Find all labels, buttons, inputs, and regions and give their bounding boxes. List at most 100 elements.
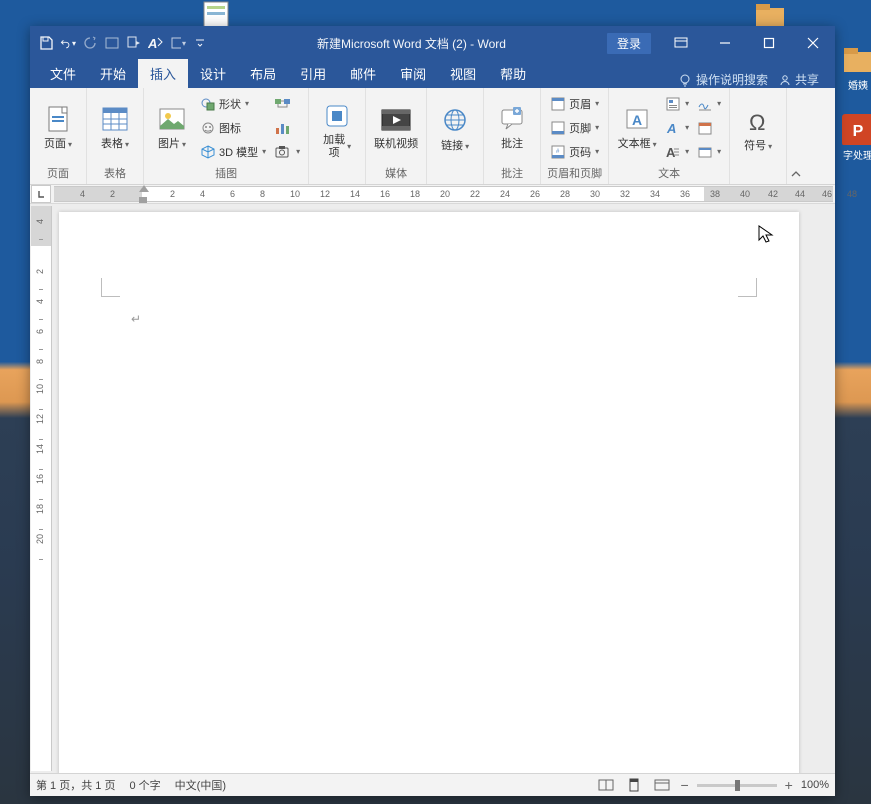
maximize-button[interactable] — [747, 26, 791, 60]
group-pages: 页面▾ 页面 — [30, 88, 87, 184]
status-page[interactable]: 第 1 页，共 1 页 — [36, 777, 115, 793]
redo-icon[interactable] — [82, 35, 98, 51]
addin-label: 加载 项 — [323, 134, 345, 160]
sigline-button[interactable]: ▾ — [695, 93, 723, 115]
qat-icon[interactable] — [126, 35, 142, 51]
zoom-level[interactable]: 100% — [801, 779, 829, 791]
share-label: 共享 — [795, 71, 819, 88]
collapse-ribbon-icon[interactable] — [787, 88, 805, 184]
shapes-button[interactable]: 形状▾ — [198, 93, 268, 115]
model-label: 3D 模型 — [219, 144, 258, 160]
datetime-button[interactable] — [695, 117, 723, 139]
tell-me-label: 操作说明搜索 — [696, 71, 768, 88]
slider-thumb[interactable] — [735, 780, 740, 791]
link-label: 链接 — [441, 140, 463, 153]
comment-button[interactable]: 批注 — [490, 102, 534, 151]
indent-marker[interactable] — [139, 197, 147, 203]
tab-design[interactable]: 设计 — [188, 59, 238, 88]
footer-button[interactable]: 页脚▾ — [548, 117, 601, 139]
picture-icon — [157, 104, 187, 136]
tab-help[interactable]: 帮助 — [488, 59, 538, 88]
page[interactable]: ↵ — [59, 212, 799, 773]
icons-label: 图标 — [219, 120, 241, 136]
tab-mailings[interactable]: 邮件 — [338, 59, 388, 88]
qat-icon[interactable]: ▾ — [170, 35, 186, 51]
screenshot-icon — [274, 144, 292, 160]
ruler-tick: 4 — [35, 299, 45, 304]
shapes-label: 形状 — [219, 96, 241, 112]
3dmodel-button[interactable]: 3D 模型▾ — [198, 141, 268, 163]
tab-references[interactable]: 引用 — [288, 59, 338, 88]
web-layout-icon[interactable] — [652, 777, 672, 793]
table-button[interactable]: 表格▾ — [93, 102, 137, 151]
ruler-tick: 20 — [440, 189, 450, 199]
ribbon-display-icon[interactable] — [659, 26, 703, 60]
tab-insert[interactable]: 插入 — [138, 59, 188, 88]
header-button[interactable]: 页眉▾ — [548, 93, 601, 115]
pages-button[interactable]: 页面▾ — [36, 102, 80, 151]
ruler-h-track[interactable]: 4224681012141618202224262830323436384042… — [54, 186, 833, 202]
tab-selector[interactable] — [31, 185, 51, 203]
group-label: 页眉和页脚 — [547, 163, 602, 184]
zoom-out[interactable]: − — [680, 777, 688, 793]
print-layout-icon[interactable] — [624, 777, 644, 793]
desktop-icon[interactable]: 婚姨 — [838, 44, 871, 92]
ruler-horizontal[interactable]: 4224681012141618202224262830323436384042… — [30, 185, 835, 204]
share-button[interactable]: 共享 — [778, 71, 819, 88]
login-button[interactable]: 登录 — [607, 33, 651, 54]
dropcap-button[interactable]: A▾ — [663, 141, 691, 163]
status-words[interactable]: 0 个字 — [129, 777, 160, 793]
tab-layout[interactable]: 布局 — [238, 59, 288, 88]
share-icon — [778, 73, 792, 87]
addins-button[interactable]: 加载 项▾ — [315, 98, 359, 160]
tab-home[interactable]: 开始 — [88, 59, 138, 88]
pictures-button[interactable]: 图片▾ — [150, 102, 194, 151]
object-button[interactable]: ▾ — [695, 141, 723, 163]
chart-button[interactable] — [272, 117, 302, 139]
table-icon — [100, 104, 130, 136]
qat-more-icon[interactable] — [192, 35, 208, 51]
desktop-icon[interactable]: P 字处理 — [838, 114, 871, 162]
ruler-vertical[interactable]: 42468101214161820 — [31, 206, 52, 771]
window-buttons — [659, 26, 835, 60]
quickparts-button[interactable]: ▾ — [663, 93, 691, 115]
smartart-button[interactable] — [272, 93, 302, 115]
ruler-tick: 38 — [710, 189, 720, 199]
zoom-slider[interactable] — [697, 784, 777, 787]
video-icon — [379, 104, 413, 136]
svg-text:A: A — [148, 36, 157, 50]
indent-marker[interactable] — [139, 185, 149, 192]
video-button[interactable]: 联机视频 — [372, 102, 420, 151]
undo-icon[interactable]: ▾ — [60, 35, 76, 51]
textbox-button[interactable]: A 文本框▾ — [615, 102, 659, 151]
date-icon — [697, 120, 713, 136]
qat-icon[interactable] — [104, 35, 120, 51]
group-header-footer: 页眉▾ 页脚▾ #页码▾ 页眉和页脚 — [541, 88, 609, 184]
clear-format-icon[interactable]: A — [148, 35, 164, 51]
zoom-in[interactable]: + — [785, 777, 793, 793]
save-icon[interactable] — [38, 35, 54, 51]
ribbon-tabs: 文件 开始 插入 设计 布局 引用 邮件 审阅 视图 帮助 操作说明搜索 共享 — [30, 60, 835, 88]
pagenum-button[interactable]: #页码▾ — [548, 141, 601, 163]
document-pane[interactable]: ↵ — [53, 204, 835, 773]
links-button[interactable]: 链接▾ — [433, 104, 477, 153]
close-button[interactable] — [791, 26, 835, 60]
minimize-button[interactable] — [703, 26, 747, 60]
ruler-tick: 16 — [380, 189, 390, 199]
tell-me[interactable]: 操作说明搜索 — [678, 71, 768, 88]
ruler-tick: 44 — [795, 189, 805, 199]
read-mode-icon[interactable] — [596, 777, 616, 793]
tab-view[interactable]: 视图 — [438, 59, 488, 88]
svg-text:Ω: Ω — [749, 110, 765, 135]
ruler-tick: 36 — [680, 189, 690, 199]
status-lang[interactable]: 中文(中国) — [175, 777, 226, 793]
word-window: ▾ A ▾ 新建Microsoft Word 文档 (2) - Word 登录 — [30, 26, 835, 796]
tab-review[interactable]: 审阅 — [388, 59, 438, 88]
screenshot-button[interactable]: ▾ — [272, 141, 302, 163]
group-media: 联机视频 媒体 — [366, 88, 427, 184]
ruler-tick: 6 — [230, 189, 235, 199]
icons-button[interactable]: 图标 — [198, 117, 268, 139]
wordart-button[interactable]: A▾ — [663, 117, 691, 139]
tab-file[interactable]: 文件 — [38, 59, 88, 88]
symbols-button[interactable]: Ω 符号▾ — [736, 104, 780, 153]
